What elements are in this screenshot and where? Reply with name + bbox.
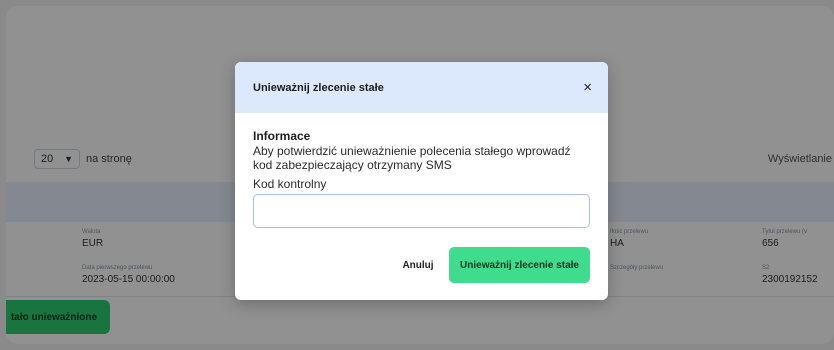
confirm-cancel-order-button[interactable]: Unieważnij zlecenie stałe — [449, 247, 590, 283]
info-heading: Informace — [253, 129, 311, 143]
dialog-footer: Anuluj Unieważnij zlecenie stałe — [394, 247, 590, 283]
verification-code-input[interactable] — [253, 194, 590, 228]
cancel-button[interactable]: Anuluj — [394, 247, 442, 283]
dialog-body: Informace Aby potwierdzić unieważnienie … — [235, 113, 608, 228]
dialog-header: Unieważnij zlecenie stałe × — [235, 62, 608, 113]
code-field-label: Kod kontrolny — [253, 177, 327, 191]
close-icon[interactable]: × — [583, 80, 592, 95]
cancel-standing-order-dialog: Unieważnij zlecenie stałe × Informace Ab… — [235, 62, 608, 300]
dialog-title: Unieważnij zlecenie stałe — [253, 81, 384, 94]
info-text: Aby potwierdzić unieważnienie polecenia … — [253, 144, 571, 172]
